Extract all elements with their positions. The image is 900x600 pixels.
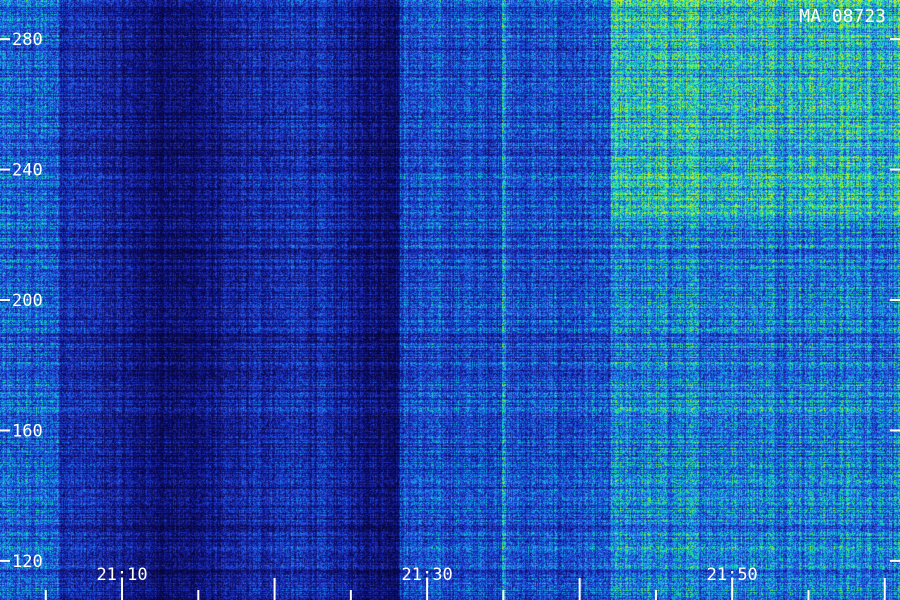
x-tick-label: 21:10: [96, 565, 147, 585]
y-tick-label: 120: [12, 552, 43, 572]
y-axis: 280 240 200 160 120: [0, 30, 900, 572]
x-tick-label: 21:50: [707, 565, 758, 585]
y-tick-label: 240: [12, 161, 43, 181]
x-axis: 21:10 21:30 21:50: [44, 565, 886, 600]
chart-title: MA 08723: [799, 6, 886, 27]
x-tick-label: 21:30: [402, 565, 453, 585]
axis-overlay: 280 240 200 160 120 21:10 21:30 21:50 MA 08723: [0, 6, 900, 600]
y-tick-label: 160: [12, 421, 43, 441]
y-tick-label: 200: [12, 291, 43, 311]
y-tick-label: 280: [12, 30, 43, 50]
